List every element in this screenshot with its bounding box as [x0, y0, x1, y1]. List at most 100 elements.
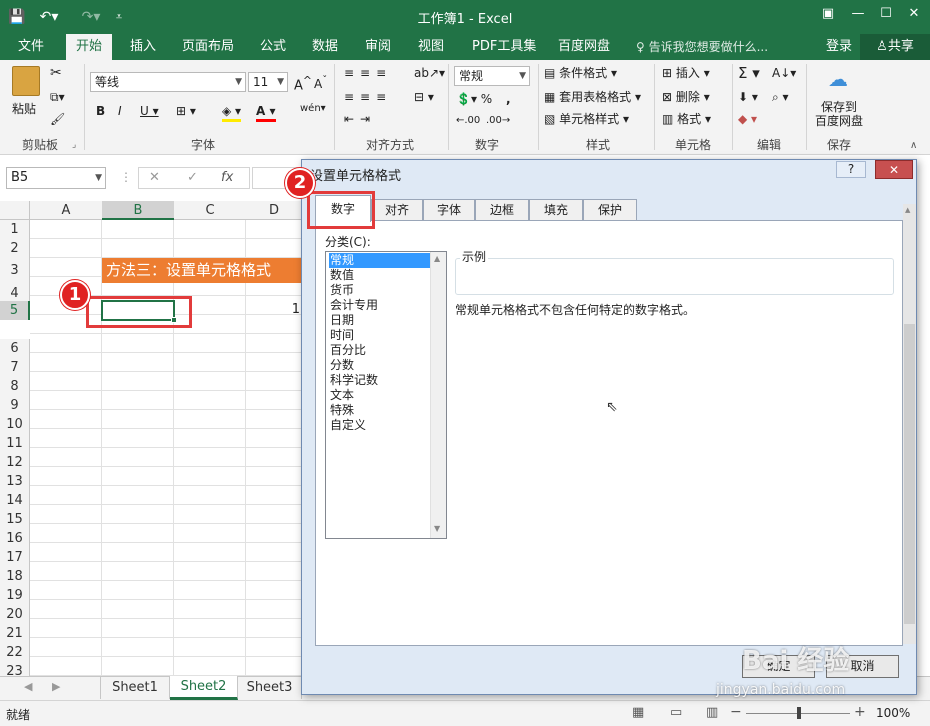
dialog-scrollbar[interactable]: ▲: [903, 204, 916, 644]
scroll-right-icon[interactable]: ▶: [52, 680, 60, 693]
tab-baidu-netdisk[interactable]: 百度网盘: [558, 34, 610, 60]
save-icon[interactable]: 💾: [8, 6, 26, 28]
horizontal-align-icons[interactable]: ≡≡≡: [344, 88, 392, 108]
orientation-icon[interactable]: ab↗▾: [414, 64, 445, 84]
category-item[interactable]: 数值: [329, 268, 431, 283]
format-cells-button[interactable]: ▥ 格式 ▾: [662, 110, 711, 130]
list-scrollbar[interactable]: ▲ ▼: [430, 252, 446, 538]
row-header[interactable]: 18: [0, 567, 30, 586]
shrink-font-icon[interactable]: Aˇ: [314, 72, 327, 92]
dialog-close-icon[interactable]: ✕: [875, 160, 913, 179]
zoom-out-icon[interactable]: −: [730, 704, 742, 720]
row-header[interactable]: 19: [0, 586, 30, 605]
cell-style-button[interactable]: ▧ 单元格样式 ▾: [544, 110, 629, 130]
underline-icon[interactable]: U ▾: [140, 102, 159, 122]
conditional-format-button[interactable]: ▤ 条件格式 ▾: [544, 64, 617, 84]
category-item[interactable]: 分数: [329, 358, 431, 373]
paste-icon[interactable]: [12, 66, 40, 96]
insert-cells-button[interactable]: ⊞ 插入 ▾: [662, 64, 710, 84]
column-header[interactable]: D: [246, 201, 302, 220]
row-header[interactable]: 23: [0, 662, 30, 676]
dialog-tab-number[interactable]: 数字: [315, 195, 371, 222]
baidu-cloud-icon[interactable]: ☁: [824, 68, 852, 90]
category-item[interactable]: 科学记数: [329, 373, 431, 388]
customize-qat-icon[interactable]: ⩡: [112, 6, 126, 28]
redo-icon[interactable]: ↷▾: [76, 6, 106, 28]
maximize-icon[interactable]: ☐: [875, 6, 897, 24]
save-to-baidu-button[interactable]: 保存到 百度网盘: [812, 100, 866, 128]
delete-cells-button[interactable]: ⊠ 删除 ▾: [662, 88, 710, 108]
clear-icon[interactable]: ◆ ▾: [738, 110, 757, 130]
row-header[interactable]: 3: [0, 258, 30, 284]
format-painter-icon[interactable]: 🖌: [50, 110, 65, 130]
tab-view[interactable]: 视图: [418, 34, 444, 60]
collapse-ribbon-icon[interactable]: ∧: [910, 140, 917, 151]
enter-icon[interactable]: ✓: [187, 170, 198, 185]
category-item[interactable]: 日期: [329, 313, 431, 328]
comma-style-icon[interactable]: ,: [506, 90, 511, 110]
column-header[interactable]: C: [174, 201, 246, 220]
column-header[interactable]: A: [30, 201, 102, 220]
merge-center-icon[interactable]: ⊟ ▾: [414, 88, 434, 108]
dialog-tab-alignment[interactable]: 对齐: [371, 199, 423, 221]
column-header[interactable]: B: [102, 201, 174, 220]
tab-file[interactable]: 文件: [18, 34, 44, 60]
cut-icon[interactable]: ✂: [50, 64, 62, 84]
sheet-tab-1[interactable]: Sheet1: [100, 677, 170, 699]
zoom-slider-thumb[interactable]: [797, 707, 801, 719]
row-header[interactable]: 10: [0, 415, 30, 434]
category-item[interactable]: 会计专用: [329, 298, 431, 313]
category-item[interactable]: 货币: [329, 283, 431, 298]
tell-me-search[interactable]: ♀ 告诉我您想要做什么...: [636, 34, 768, 60]
accounting-format-icon[interactable]: 💲▾ %: [456, 90, 492, 110]
decrease-decimal-icon[interactable]: .00→: [486, 112, 510, 132]
tab-formulas[interactable]: 公式: [260, 34, 286, 60]
category-item[interactable]: 百分比: [329, 343, 431, 358]
find-icon[interactable]: ⌕ ▾: [772, 88, 789, 108]
row-header[interactable]: 22: [0, 643, 30, 662]
row-header[interactable]: 11: [0, 434, 30, 453]
tab-insert[interactable]: 插入: [130, 34, 156, 60]
italic-icon[interactable]: I: [118, 102, 122, 122]
name-box[interactable]: B5 ▼: [6, 167, 106, 189]
insert-function-icon[interactable]: fx: [221, 170, 233, 185]
row-header[interactable]: 20: [0, 605, 30, 624]
sheet-tab-2[interactable]: Sheet2: [170, 676, 238, 700]
row-header[interactable]: 9: [0, 396, 30, 415]
row-header[interactable]: 16: [0, 529, 30, 548]
scroll-up-icon[interactable]: ▲: [434, 254, 440, 263]
border-icon[interactable]: ⊞ ▾: [176, 102, 196, 122]
help-button[interactable]: ?: [836, 161, 866, 178]
category-item[interactable]: 自定义: [329, 418, 431, 433]
close-icon[interactable]: ✕: [903, 6, 925, 24]
sort-filter-icon[interactable]: A↓▾: [772, 64, 796, 84]
scrollbar-thumb[interactable]: [904, 324, 915, 624]
select-all-corner[interactable]: [0, 201, 30, 220]
row-header[interactable]: 13: [0, 472, 30, 491]
font-color-icon[interactable]: A ▾: [256, 102, 276, 122]
autosum-icon[interactable]: Σ ▾: [738, 64, 760, 84]
share-button[interactable]: ♙共享: [860, 34, 930, 60]
grow-font-icon[interactable]: A^: [294, 72, 312, 93]
row-header[interactable]: 12: [0, 453, 30, 472]
copy-icon[interactable]: ⧉▾: [50, 88, 65, 108]
row-header[interactable]: 1: [0, 220, 30, 239]
zoom-in-icon[interactable]: +: [854, 704, 866, 720]
dialog-launcher-icon[interactable]: ⌟: [72, 140, 76, 150]
ribbon-display-icon[interactable]: ▣: [817, 6, 839, 24]
login-link[interactable]: 登录: [826, 34, 852, 60]
undo-icon[interactable]: ↶▾: [34, 6, 64, 28]
table-format-button[interactable]: ▦ 套用表格格式 ▾: [544, 88, 641, 108]
sheet-tab-3[interactable]: Sheet3: [238, 677, 302, 699]
row-header[interactable]: 7: [0, 358, 30, 377]
cell-b3[interactable]: 方法三：设置单元格格式: [102, 258, 302, 283]
cancel-icon[interactable]: ✕: [149, 170, 160, 185]
dialog-tab-fill[interactable]: 填充: [529, 199, 583, 221]
zoom-level[interactable]: 100%: [876, 706, 910, 720]
fill-icon[interactable]: ⬇ ▾: [738, 88, 758, 108]
tab-page-layout[interactable]: 页面布局: [182, 34, 234, 60]
normal-view-icon[interactable]: ▦: [632, 705, 644, 720]
indent-icons[interactable]: ⇤⇥: [344, 110, 376, 130]
tab-review[interactable]: 审阅: [365, 34, 391, 60]
dialog-tab-border[interactable]: 边框: [475, 199, 529, 221]
